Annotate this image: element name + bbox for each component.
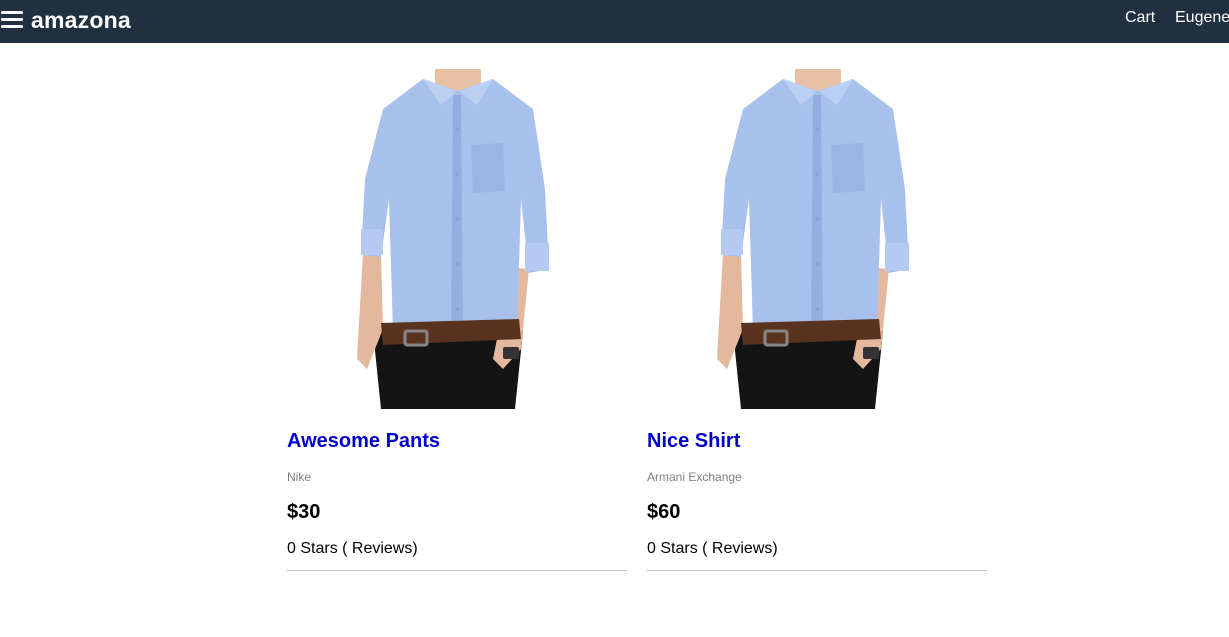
product-image[interactable] <box>353 69 563 409</box>
header: amazona Cart Eugene <box>0 0 1229 43</box>
product-brand: Nike <box>287 470 312 484</box>
product-grid: Awesome Pants Nike $30 0 Stars ( Reviews… <box>287 69 987 589</box>
product-name-link[interactable]: Nice Shirt <box>647 430 740 453</box>
product-image[interactable] <box>713 69 923 409</box>
user-menu-link[interactable]: Eugene <box>1175 9 1229 27</box>
product-rating: 0 Stars ( Reviews) <box>287 540 418 557</box>
product-price: $60 <box>647 501 681 523</box>
brand-logo-link[interactable]: amazona <box>31 7 131 34</box>
product-rating: 0 Stars ( Reviews) <box>647 540 778 557</box>
product-card: Nice Shirt Armani Exchange $60 0 Stars (… <box>647 69 987 571</box>
product-name-link[interactable]: Awesome Pants <box>287 430 440 453</box>
product-price: $30 <box>287 501 321 523</box>
cart-link[interactable]: Cart <box>1125 9 1155 27</box>
hamburger-menu-icon[interactable] <box>0 8 24 32</box>
product-card: Awesome Pants Nike $30 0 Stars ( Reviews… <box>287 69 627 571</box>
product-brand: Armani Exchange <box>647 470 742 484</box>
